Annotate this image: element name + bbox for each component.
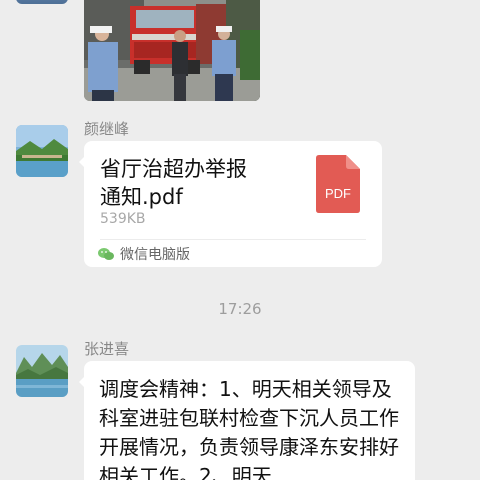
file-name: 省厅治超办举报 通知.pdf (100, 157, 247, 209)
truck-inspection-photo (84, 0, 260, 101)
sender-name: 张进喜 (84, 340, 130, 358)
pdf-label: PDF (325, 186, 351, 201)
divider (100, 239, 366, 240)
file-size: 539KB (100, 211, 146, 227)
sender-name: 颜继峰 (84, 120, 130, 138)
previous-sender-avatar[interactable] (16, 0, 68, 4)
file-source: 微信电脑版 (98, 245, 190, 263)
text-message-bubble[interactable]: 调度会精神：1、明天相关领导及科室进驻包联村检查下沉人员工作开展情况，负责领导康… (84, 361, 415, 480)
source-label: 微信电脑版 (120, 247, 190, 263)
wechat-mini-icon (98, 248, 114, 260)
file-message-card[interactable]: 省厅治超办举报 通知.pdf 539KB PDF 微信电脑版 (84, 141, 382, 267)
pdf-file-icon: PDF (316, 155, 360, 213)
message-timestamp: 17:26 (218, 300, 262, 318)
landscape-avatar (16, 125, 68, 177)
river-mountain-avatar (16, 345, 68, 397)
sender-avatar-zhang[interactable] (16, 345, 68, 397)
sender-avatar-yan[interactable] (16, 125, 68, 177)
photo-message[interactable] (84, 0, 260, 101)
